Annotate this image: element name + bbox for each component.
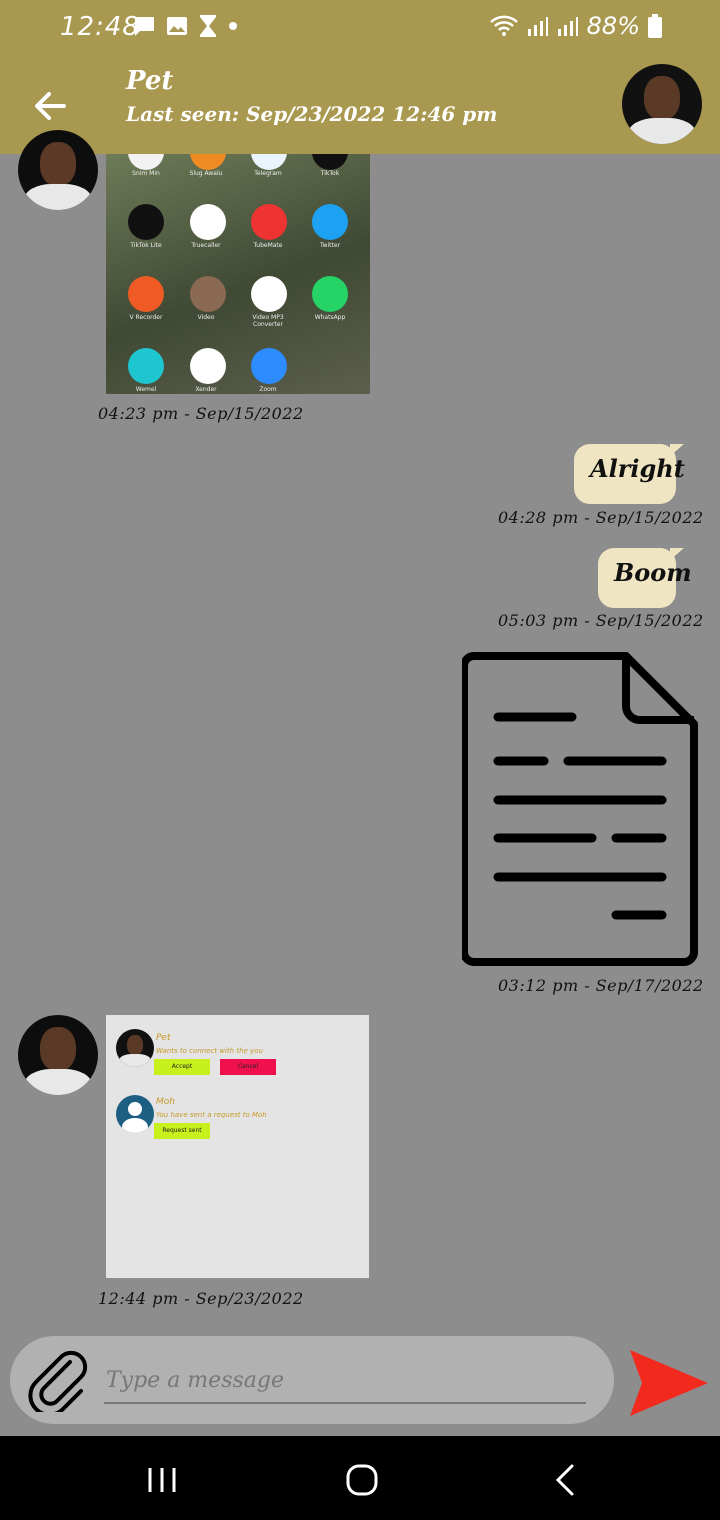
- app-icon: [190, 154, 226, 170]
- document-icon[interactable]: [462, 650, 700, 966]
- converter-icon: [251, 276, 287, 312]
- app-label: TubeMate: [253, 242, 283, 249]
- last-seen-status: Last seen: Sep/23/2022 12:46 pm: [126, 102, 498, 126]
- send-icon[interactable]: [628, 1348, 710, 1418]
- notification-icons: [132, 14, 238, 38]
- hourglass-icon: [200, 15, 216, 37]
- accept-button: Accept: [154, 1059, 210, 1075]
- message-text: Alright: [590, 454, 685, 483]
- recorder-icon: [128, 276, 164, 312]
- dot-icon: [229, 22, 237, 30]
- app-label: Video: [197, 314, 215, 321]
- image-message[interactable]: Snim Min Slug Awalu Telegram TikTok TikT…: [106, 154, 370, 394]
- app-label: Twitter: [319, 242, 341, 249]
- zoom-icon: [251, 348, 287, 384]
- video-icon: [190, 276, 226, 312]
- message-icon: [134, 17, 154, 36]
- app-icon: [251, 154, 287, 170]
- message-timestamp: 04:28 pm - Sep/15/2022: [498, 508, 704, 527]
- app-label: Slug Awalu: [189, 170, 223, 177]
- contact-avatar[interactable]: [622, 64, 702, 144]
- app-label: TikTok: [320, 170, 340, 177]
- message-timestamp: 04:23 pm - Sep/15/2022: [98, 404, 304, 423]
- wemel-icon: [128, 348, 164, 384]
- message-input[interactable]: [104, 1358, 586, 1404]
- back-arrow-icon[interactable]: [30, 86, 70, 126]
- app-label: Xender: [195, 386, 217, 393]
- cancel-button: Cancel: [220, 1059, 276, 1075]
- message-text: Boom: [614, 558, 692, 587]
- message-timestamp: 12:44 pm - Sep/23/2022: [98, 1289, 304, 1308]
- home-icon[interactable]: [342, 1460, 382, 1500]
- image-message[interactable]: Pet Wants to connect with the you Accept…: [106, 1015, 369, 1278]
- system-icons: 88%: [489, 12, 662, 40]
- back-nav-icon[interactable]: [546, 1460, 586, 1500]
- app-label: Truecaller: [191, 242, 221, 249]
- wifi-icon: [489, 15, 518, 36]
- contact-name[interactable]: Pet: [126, 66, 173, 96]
- app-icon: [312, 154, 348, 170]
- phone-screenshot: Snim Min Slug Awalu Telegram TikTok TikT…: [106, 154, 370, 394]
- app-label: Zoom: [259, 386, 277, 393]
- request-name: Moh: [156, 1097, 175, 1107]
- tubemate-icon: [251, 204, 287, 240]
- recent-apps-icon[interactable]: [142, 1460, 182, 1500]
- app-label: TikTok Lite: [130, 242, 162, 249]
- app-label: Telegram: [254, 170, 282, 177]
- twitter-icon: [312, 204, 348, 240]
- battery-percent: 88%: [586, 12, 640, 40]
- message-composer: [10, 1336, 614, 1424]
- request-name: Pet: [156, 1033, 171, 1043]
- chat-header: Pet Last seen: Sep/23/2022 12:46 pm: [0, 56, 720, 154]
- app-label: V Recorder: [129, 314, 163, 321]
- signal-icon: [527, 17, 548, 36]
- message-timestamp: 03:12 pm - Sep/17/2022: [498, 976, 704, 995]
- app-label: Video MP3 Converter: [252, 314, 284, 328]
- whatsapp-icon: [312, 276, 348, 312]
- app-icon: [128, 154, 164, 170]
- outgoing-text-message[interactable]: Alright: [574, 444, 685, 504]
- request-text: Wants to connect with the you: [156, 1047, 263, 1055]
- battery-icon: [648, 14, 662, 38]
- app-label: WhatsApp: [314, 314, 346, 321]
- app-label: Snim Min: [132, 170, 160, 177]
- truecaller-icon: [190, 204, 226, 240]
- status-bar: 12:48 88%: [0, 0, 720, 56]
- request-avatar: [116, 1029, 154, 1067]
- app-label: Wemel: [135, 386, 157, 393]
- signal-icon-2: [557, 17, 578, 36]
- request-sent-button: Request sent: [154, 1123, 210, 1139]
- message-timestamp: 05:03 pm - Sep/15/2022: [498, 611, 704, 630]
- status-time: 12:48: [60, 12, 140, 42]
- sender-avatar: [18, 130, 98, 210]
- xender-icon: [190, 348, 226, 384]
- tiktok-icon: [128, 204, 164, 240]
- paperclip-icon[interactable]: [28, 1350, 90, 1412]
- image-icon: [167, 17, 187, 35]
- sender-avatar: [18, 1015, 98, 1095]
- default-avatar-icon: [116, 1095, 154, 1133]
- request-text: You have sent a request to Moh: [156, 1111, 267, 1119]
- system-nav-bar: [0, 1436, 720, 1520]
- outgoing-text-message[interactable]: Boom: [598, 548, 692, 608]
